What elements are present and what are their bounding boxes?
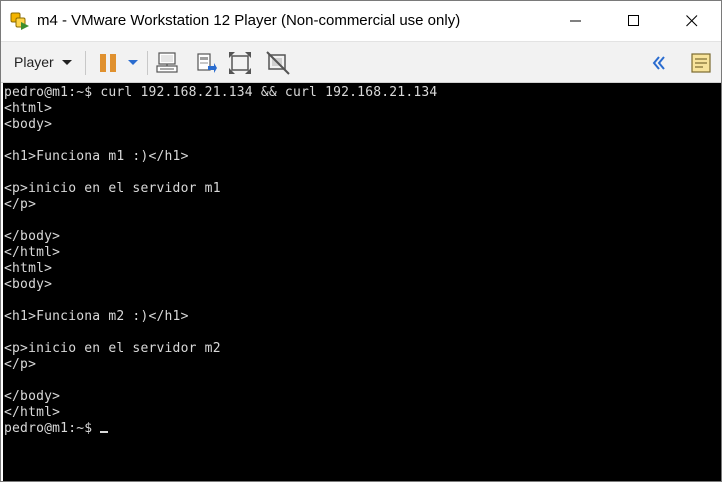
terminal-line: <p>inicio en el servidor m1 — [4, 181, 221, 196]
library-notes-icon — [691, 53, 711, 73]
terminal-line: </body> — [4, 389, 61, 404]
maximize-button[interactable] — [611, 1, 657, 41]
terminal-line: pedro@m1:~$ curl 192.168.21.134 && curl … — [4, 85, 438, 100]
maximize-icon — [628, 15, 639, 26]
terminal-line: <h1>Funciona m2 :)</h1> — [4, 309, 189, 324]
terminal-line: <body> — [4, 117, 53, 132]
close-button[interactable] — [669, 1, 715, 41]
minimize-button[interactable] — [553, 1, 599, 41]
window-title: m4 - VMware Workstation 12 Player (Non-c… — [37, 12, 461, 29]
unity-icon — [266, 51, 290, 75]
pause-button[interactable] — [97, 50, 119, 76]
collapse-toolbar-button[interactable] — [649, 50, 669, 76]
send-ctrl-alt-del-button[interactable] — [155, 50, 181, 76]
library-notes-button[interactable] — [689, 50, 713, 76]
terminal-line: <html> — [4, 101, 53, 116]
pause-icon — [100, 54, 116, 72]
vm-console[interactable]: pedro@m1:~$ curl 192.168.21.134 && curl … — [3, 83, 721, 481]
toolbar-separator — [85, 51, 86, 75]
minimize-icon — [570, 20, 581, 22]
terminal-prompt-line[interactable]: pedro@m1:~$ — [4, 421, 437, 437]
removable-devices-icon — [197, 53, 217, 73]
terminal-output: pedro@m1:~$ curl 192.168.21.134 && curl … — [4, 85, 437, 437]
terminal-line: <body> — [4, 277, 53, 292]
send-ctrl-alt-del-icon — [156, 52, 178, 73]
terminal-cursor — [100, 431, 109, 433]
player-menu-label: Player — [14, 54, 54, 70]
terminal-line: <html> — [4, 261, 53, 276]
terminal-line: </p> — [4, 357, 37, 372]
terminal-line: <p>inicio en el servidor m2 — [4, 341, 221, 356]
terminal-prompt: pedro@m1:~$ — [4, 421, 101, 436]
dropdown-arrow-icon — [128, 60, 138, 65]
vmware-player-icon — [10, 12, 29, 30]
fit-guest-button[interactable] — [227, 50, 253, 76]
terminal-line: <h1>Funciona m1 :)</h1> — [4, 149, 189, 164]
title-bar[interactable]: m4 - VMware Workstation 12 Player (Non-c… — [1, 1, 721, 41]
toolbar-separator — [147, 51, 148, 75]
close-icon — [686, 15, 698, 27]
vmware-player-window: m4 - VMware Workstation 12 Player (Non-c… — [0, 0, 722, 482]
player-toolbar: Player — [1, 41, 721, 83]
fit-guest-icon — [229, 52, 251, 74]
removable-devices-button[interactable] — [193, 50, 219, 76]
chevron-down-icon — [61, 59, 72, 65]
terminal-line: </html> — [4, 405, 61, 420]
player-menu-button[interactable]: Player — [8, 49, 78, 75]
unity-button[interactable] — [265, 50, 291, 76]
terminal-line: </p> — [4, 197, 37, 212]
collapse-toolbar-icon — [652, 56, 665, 70]
power-options-dropdown[interactable] — [125, 50, 141, 76]
terminal-line: </html> — [4, 245, 61, 260]
terminal-line: </body> — [4, 229, 61, 244]
